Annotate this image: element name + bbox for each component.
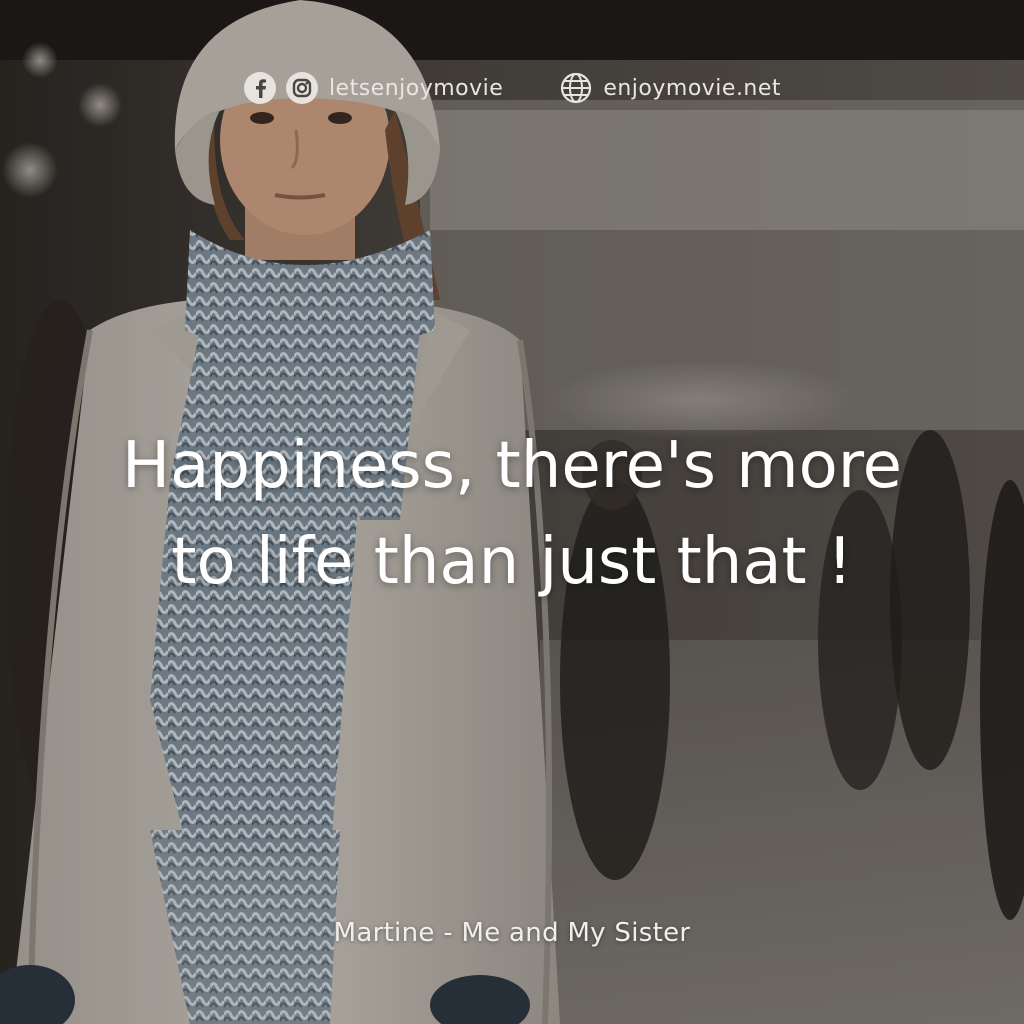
website-link[interactable]: enjoymovie.net	[559, 71, 781, 105]
quote-line-1: Happiness, there's more	[121, 429, 903, 503]
quote-card: letsenjoymovie enjoymovie.net Happiness,…	[0, 0, 1024, 1024]
facebook-icon[interactable]	[243, 71, 277, 105]
quote-text: Happiness, there's more to life than jus…	[80, 418, 944, 610]
website-url[interactable]: enjoymovie.net	[603, 76, 781, 101]
quote-line-2: to life than just that !	[171, 525, 853, 599]
header-bar: letsenjoymovie enjoymovie.net	[0, 62, 1024, 114]
social-links: letsenjoymovie	[243, 71, 503, 105]
quote-attribution: Martine - Me and My Sister	[333, 918, 691, 948]
social-handle[interactable]: letsenjoymovie	[329, 76, 503, 101]
instagram-icon[interactable]	[285, 71, 319, 105]
globe-icon	[561, 72, 592, 104]
